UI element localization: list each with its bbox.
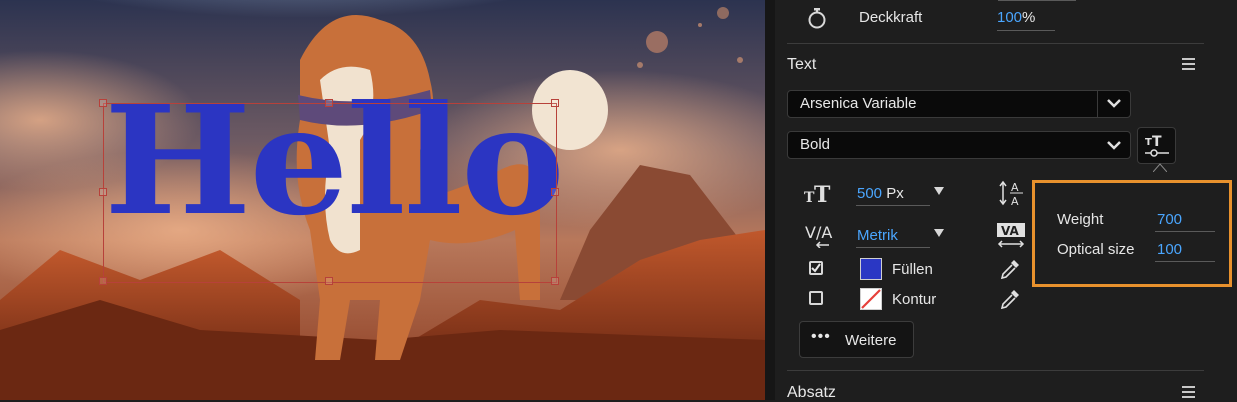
previous-field-underline: [998, 0, 1076, 1]
svg-text:A: A: [1011, 195, 1019, 207]
paragraph-section-title: Absatz: [787, 384, 836, 401]
font-size-icon: T T: [804, 182, 831, 206]
svg-text:T: T: [1152, 134, 1162, 150]
checkmark-icon: [811, 263, 821, 273]
more-options-button[interactable]: ••• Weitere: [799, 321, 914, 358]
fill-checkbox[interactable]: [809, 261, 823, 275]
weight-axis-label: Weight: [1057, 211, 1104, 228]
resize-handle-right[interactable]: [551, 188, 559, 196]
kerning-icon: V/A: [805, 223, 832, 248]
tracking-icon: VA: [997, 223, 1025, 248]
svg-text:T: T: [1145, 137, 1152, 148]
variable-font-button[interactable]: T T: [1137, 127, 1176, 164]
svg-text:V/A: V/A: [805, 223, 832, 242]
font-family-chevron-button[interactable]: [1097, 91, 1130, 117]
opacity-unit: %: [1022, 9, 1036, 26]
section-divider: [787, 370, 1204, 371]
svg-text:VA: VA: [1001, 224, 1019, 238]
fill-color-swatch[interactable]: [860, 258, 882, 280]
variable-font-axes-popover: [1032, 180, 1232, 287]
popover-arrow: [1153, 163, 1167, 172]
eyedropper-icon[interactable]: [999, 288, 1021, 310]
resize-handle-top-right[interactable]: [551, 99, 559, 107]
kerning-underline: [856, 247, 930, 248]
kerning-dropdown-caret[interactable]: [934, 229, 944, 237]
font-size-unit: Px: [886, 185, 904, 202]
hamburger-menu-icon[interactable]: [1182, 386, 1195, 401]
fill-label: Füllen: [892, 261, 933, 278]
font-family-value: Arsenica Variable: [800, 95, 917, 112]
text-section-title: Text: [787, 56, 817, 73]
more-options-label: Weitere: [845, 332, 897, 349]
weight-axis-value[interactable]: 700: [1157, 211, 1182, 228]
stroke-checkbox[interactable]: [809, 291, 823, 305]
font-family-dropdown[interactable]: Arsenica Variable: [787, 90, 1131, 118]
document-canvas[interactable]: Hello: [0, 0, 765, 400]
font-size-dropdown-caret[interactable]: [934, 187, 944, 195]
stroke-color-swatch[interactable]: [860, 288, 882, 310]
selection-bounding-box[interactable]: [103, 103, 557, 283]
resize-handle-top[interactable]: [325, 99, 333, 107]
font-size-value[interactable]: 500: [857, 185, 882, 202]
resize-handle-bottom-right[interactable]: [551, 277, 559, 285]
opacity-label: Deckkraft: [859, 9, 923, 26]
svg-text:T: T: [814, 182, 831, 206]
ellipsis-icon: •••: [811, 328, 831, 345]
panel-divider[interactable]: [765, 0, 775, 400]
font-size-field[interactable]: 500 Px: [857, 185, 904, 202]
optical-size-axis-underline: [1155, 261, 1215, 262]
opacity-field-underline: [997, 30, 1055, 31]
resize-handle-left[interactable]: [99, 188, 107, 196]
optical-size-axis-value[interactable]: 100: [1157, 241, 1182, 258]
leading-icon: A A: [999, 180, 1023, 207]
resize-handle-bottom-left[interactable]: [99, 277, 107, 285]
opacity-value[interactable]: 100: [997, 9, 1022, 26]
font-style-dropdown[interactable]: Bold: [787, 131, 1131, 159]
opacity-field[interactable]: 100%: [997, 9, 1035, 26]
resize-handle-bottom[interactable]: [325, 277, 333, 285]
no-stroke-slash: [861, 289, 881, 309]
font-size-underline: [856, 205, 930, 206]
chevron-down-icon: [1107, 141, 1121, 150]
optical-size-axis-label: Optical size: [1057, 241, 1135, 258]
hamburger-menu-icon[interactable]: [1182, 58, 1195, 73]
font-style-value: Bold: [800, 136, 831, 153]
eyedropper-icon[interactable]: [999, 258, 1021, 280]
stroke-label: Kontur: [892, 291, 937, 308]
section-divider: [787, 43, 1204, 44]
weight-axis-underline: [1155, 231, 1215, 232]
chevron-down-icon: [1107, 99, 1121, 108]
svg-text:A: A: [1011, 181, 1019, 194]
variable-font-icon: T T: [1145, 134, 1169, 157]
kerning-value[interactable]: Metrik: [857, 227, 898, 244]
resize-handle-top-left[interactable]: [99, 99, 107, 107]
properties-panel: Deckkraft 100% Text Arsenica Variable Bo…: [775, 0, 1237, 401]
stopwatch-icon: [808, 8, 826, 29]
